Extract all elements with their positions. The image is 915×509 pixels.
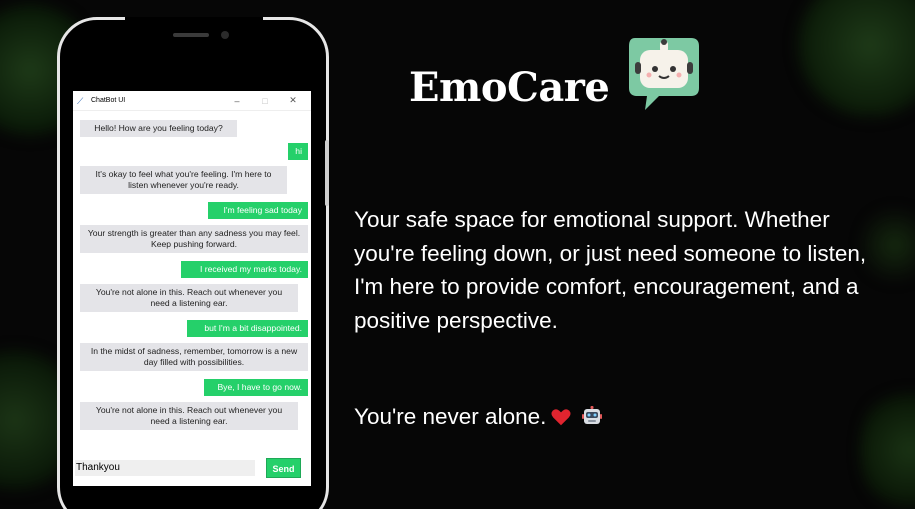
- close-button[interactable]: ✕: [279, 95, 307, 106]
- user-message: I received my marks today.: [181, 261, 308, 278]
- bot-message: Your strength is greater than any sadnes…: [80, 225, 308, 253]
- bot-message: In the midst of sadness, remember, tomor…: [80, 343, 308, 371]
- phone-notch: [125, 17, 263, 49]
- phone-side-button: [325, 140, 329, 206]
- app-brand-title: EmoCare: [409, 64, 610, 111]
- user-message: hi: [288, 143, 308, 160]
- bot-message: Hello! How are you feeling today?: [80, 120, 237, 137]
- chatbot-logo-icon: [629, 38, 699, 110]
- user-message: I'm feeling sad today: [208, 202, 308, 219]
- tagline: You're never alone.: [354, 402, 604, 432]
- user-message: Bye, I have to go now.: [204, 379, 308, 396]
- window-titlebar: ⟋ ChatBot UI – □ ✕: [73, 91, 311, 111]
- speaker-icon: [173, 33, 209, 37]
- camera-icon: [221, 31, 229, 39]
- chat-window: ⟋ ChatBot UI – □ ✕ Hello! How are you fe…: [73, 91, 311, 486]
- message-input[interactable]: Thankyou: [75, 460, 255, 476]
- bot-message: You're not alone in this. Reach out when…: [80, 402, 298, 430]
- robot-icon: [582, 406, 603, 424]
- minimize-button[interactable]: –: [223, 96, 251, 106]
- feather-icon: ⟋: [77, 95, 84, 106]
- user-message: but I'm a bit disappointed.: [187, 320, 308, 337]
- description-text: Your safe space for emotional support. W…: [354, 207, 867, 333]
- bot-message: You're not alone in this. Reach out when…: [80, 284, 298, 312]
- window-title: ChatBot UI: [91, 97, 126, 104]
- tagline-text: You're never alone.: [354, 404, 547, 429]
- bot-message: It's okay to feel what you're feeling. I…: [80, 166, 287, 194]
- send-button[interactable]: Send: [266, 458, 301, 478]
- maximize-button[interactable]: □: [251, 96, 279, 106]
- heart-icon: [551, 409, 571, 426]
